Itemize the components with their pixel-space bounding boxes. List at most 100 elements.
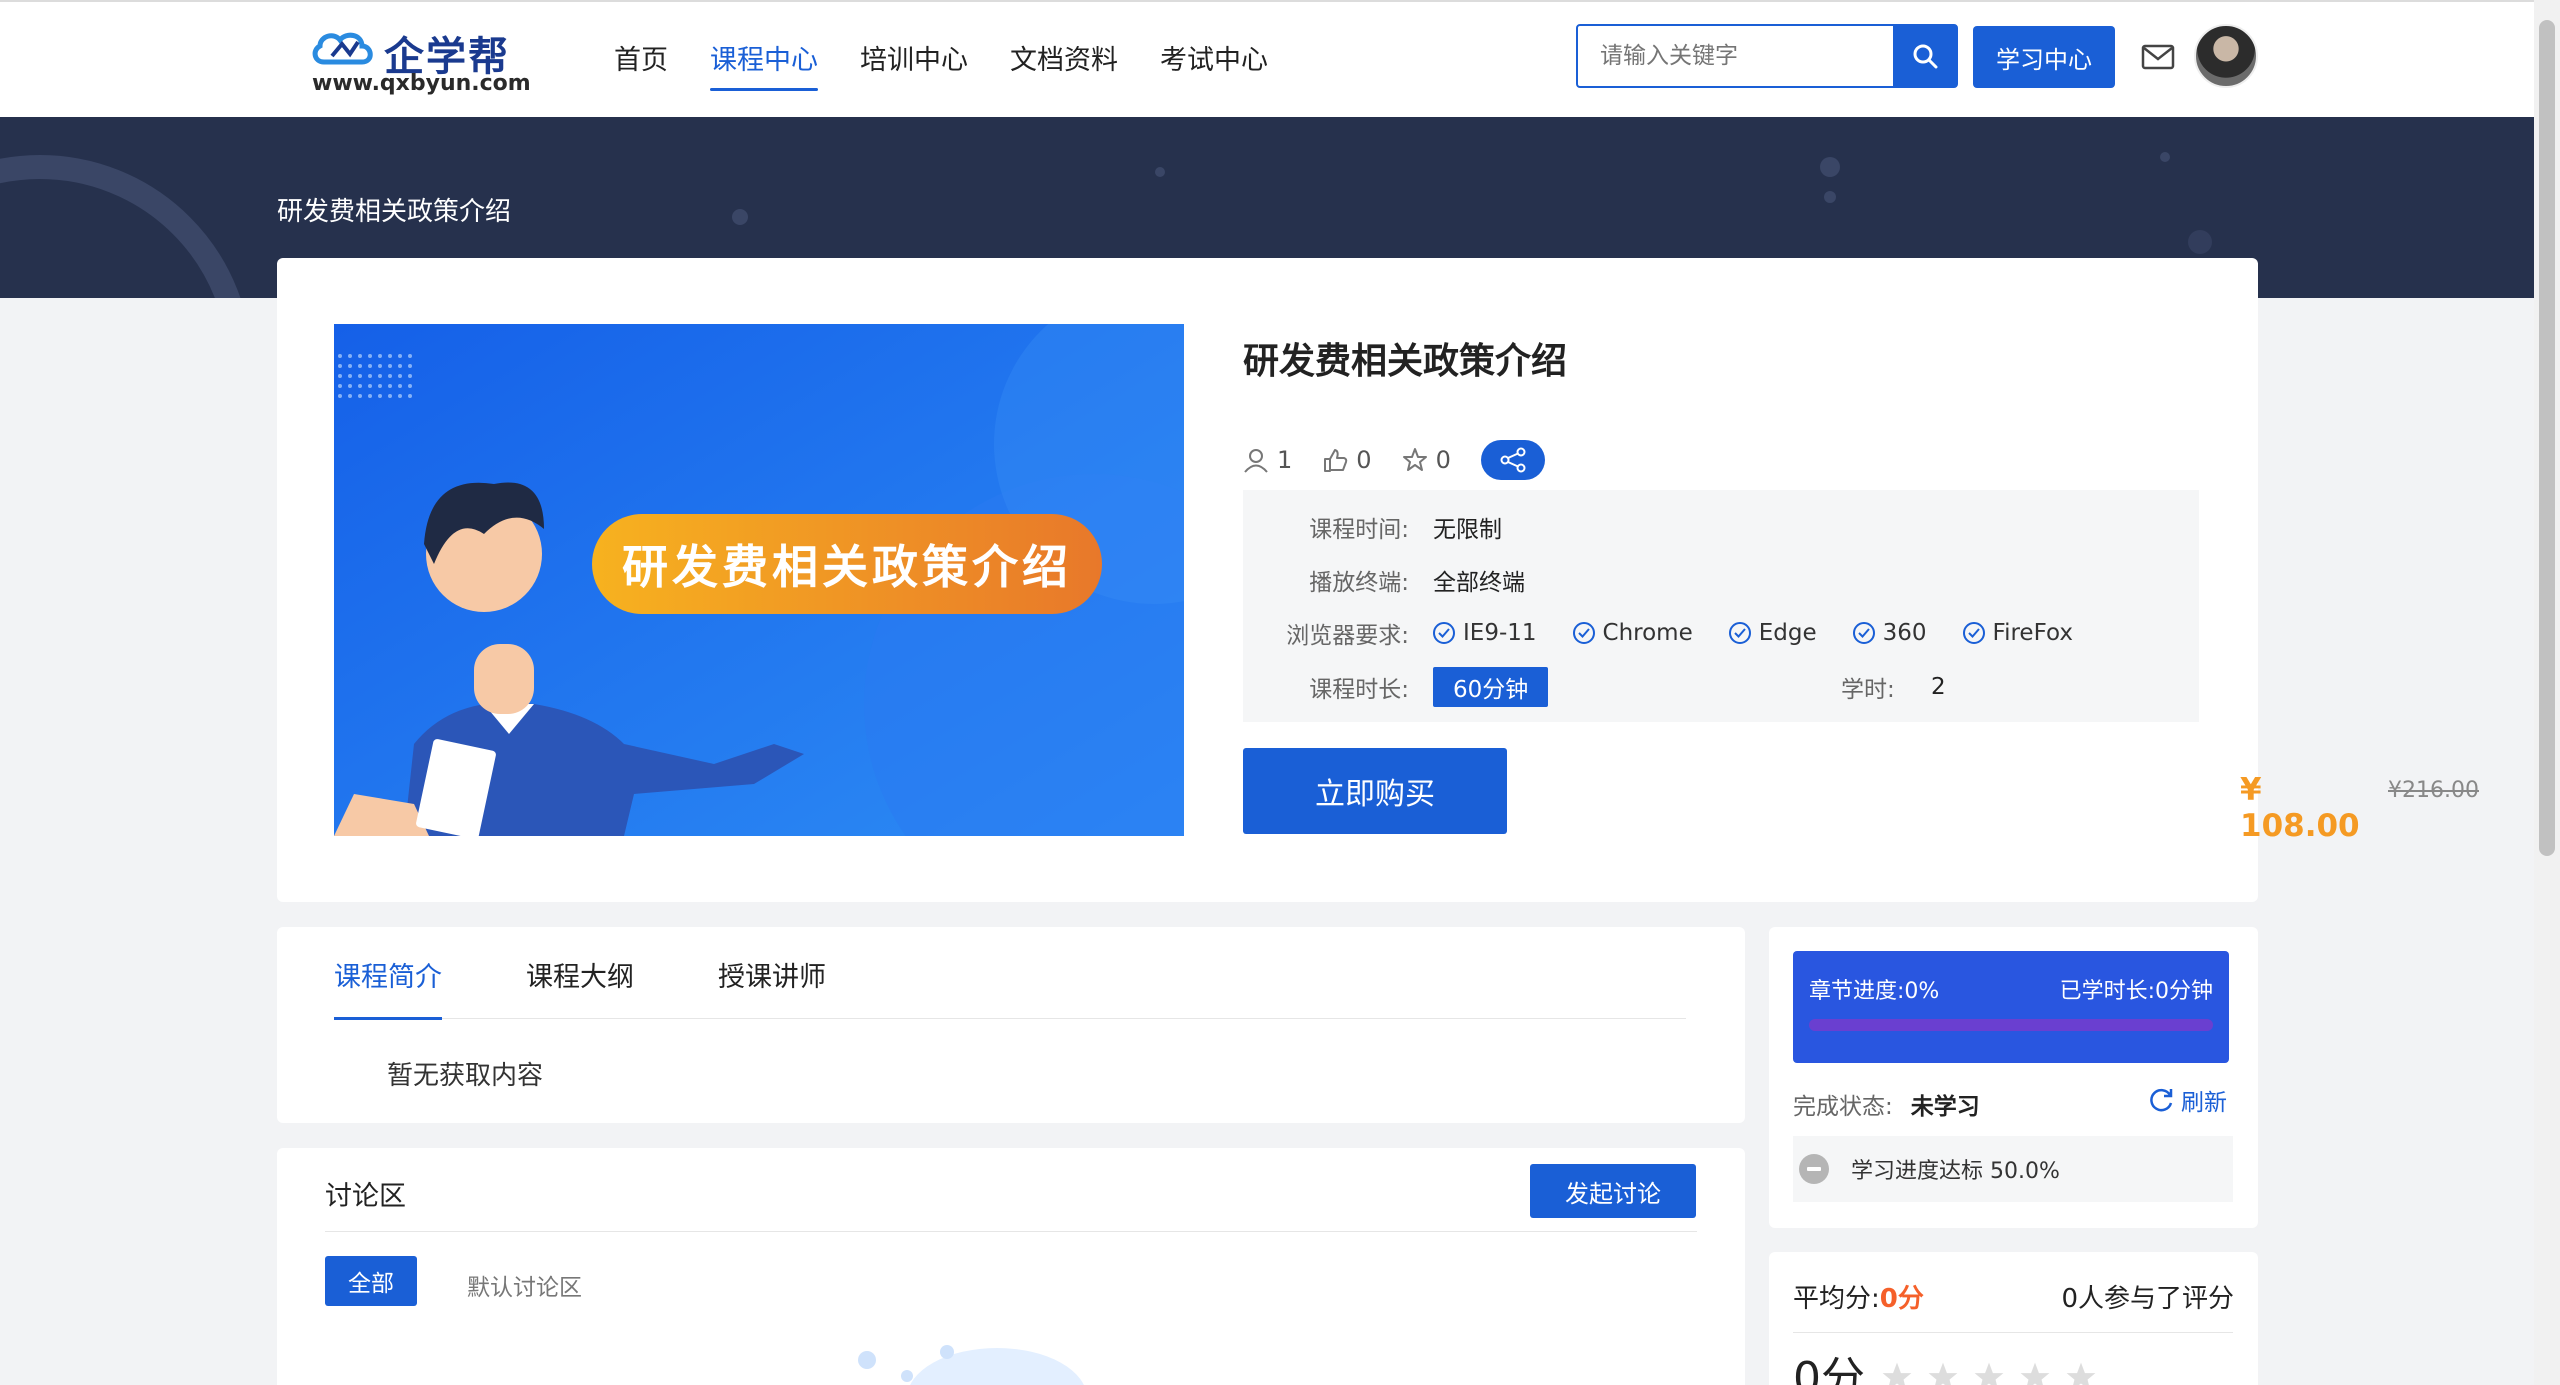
refresh-icon [2150, 1088, 2173, 1112]
star-icon[interactable] [2063, 1360, 2099, 1385]
course-tabs: 课程简介 课程大纲 授课讲师 [334, 927, 1686, 1020]
filter-all-chip[interactable]: 全部 [325, 1256, 417, 1306]
course-time-label: 课程时间: [1309, 517, 1409, 543]
refresh-button[interactable]: 刷新 [2149, 1083, 2227, 1117]
browser-edge-label: Edge [1758, 620, 1817, 646]
check-circle-icon [1572, 622, 1595, 644]
banner-title: 研发费相关政策介绍 [277, 197, 512, 227]
discussion-title: 讨论区 [325, 1181, 406, 1212]
duration-badge: 60分钟 [1433, 667, 1549, 707]
terminal-value: 全部终端 [1433, 570, 1525, 596]
browser-chrome-label: Chrome [1602, 620, 1693, 646]
share-button[interactable] [1480, 440, 1545, 480]
completion-status-value: 未学习 [1910, 1094, 1980, 1120]
info-row-terminal: 播放终端: 全部终端 [1243, 563, 1525, 597]
search-box [1576, 24, 1958, 88]
browser-edge: Edge [1728, 620, 1817, 646]
favorite-count-value: 0 [1435, 446, 1451, 474]
discussion-divider [325, 1231, 1697, 1232]
current-price: ¥ 108.00 [2240, 772, 2360, 844]
course-cover-image[interactable]: 研发费相关政策介绍 [334, 324, 1184, 836]
buy-now-button[interactable]: 立即购买 [1243, 748, 1507, 834]
search-icon [1913, 44, 1937, 69]
info-row-duration: 课程时长: 60分钟 学时: 2 [1243, 667, 2199, 707]
nav-documents[interactable]: 文档资料 [1010, 38, 1118, 91]
nav-exam-center[interactable]: 考试中心 [1160, 38, 1268, 91]
course-time-value: 无限制 [1433, 517, 1502, 543]
tab-intro[interactable]: 课程简介 [334, 927, 442, 1020]
check-circle-icon [1728, 622, 1751, 644]
hours-value: 2 [1931, 674, 1946, 700]
requirement-text: 学习进度达标 50.0% [1851, 1159, 2060, 1184]
check-circle-icon [1852, 622, 1875, 644]
chapter-progress: 章节进度:0% [1809, 979, 1940, 1004]
check-circle-icon [1962, 622, 1985, 644]
tab-outline[interactable]: 课程大纲 [526, 927, 634, 1019]
big-score: 0分 [1793, 1353, 1865, 1385]
course-title: 研发费相关政策介绍 [1243, 341, 1568, 382]
browser-ie: IE9-11 [1433, 620, 1537, 646]
info-row-browser: 浏览器要求: IE9-11 Chrome Edge 360 FireFox [1243, 616, 2109, 650]
filter-default-chip[interactable]: 默认讨论区 [467, 1268, 582, 1302]
cloud-logo-icon [312, 32, 373, 65]
browser-360: 360 [1852, 620, 1927, 646]
hours-label: 学时: [1841, 677, 1895, 703]
rating-divider [1793, 1332, 2233, 1333]
user-icon [1244, 449, 1268, 473]
mail-icon[interactable] [2141, 44, 2175, 70]
rating-stars[interactable] [1879, 1360, 2099, 1385]
browser-label: 浏览器要求: [1286, 623, 1409, 649]
star-icon[interactable] [1925, 1360, 1961, 1385]
learner-count-value: 1 [1277, 446, 1293, 474]
check-circle-icon [1433, 622, 1455, 644]
terminal-label: 播放终端: [1309, 570, 1409, 596]
site-logo[interactable]: 企学帮 www.qxbyun.com [310, 24, 531, 99]
like-count[interactable]: 0 [1322, 446, 1372, 474]
logo-url: www.qxbyun.com [312, 71, 531, 96]
page-scrollbar[interactable] [2534, 0, 2560, 1385]
course-card: 研发费相关政策介绍 研发费相关政策介绍 1 0 0 课程时间: 无限制 播放终端… [277, 258, 2479, 902]
refresh-label: 刷新 [2181, 1090, 2227, 1116]
like-count-value: 0 [1356, 446, 1372, 474]
user-avatar[interactable] [2194, 24, 2258, 88]
share-icon [1500, 447, 1526, 473]
info-row-time: 课程时间: 无限制 [1243, 510, 1502, 544]
average-score-label: 平均分: [1793, 1284, 1880, 1314]
browser-chrome: Chrome [1572, 620, 1693, 646]
intro-empty-text: 暂无获取内容 [387, 1061, 544, 1091]
rating-card: 平均分:0分 0人参与了评分 0分 [1769, 1252, 2258, 1385]
star-icon[interactable] [1879, 1360, 1915, 1385]
original-price: ¥216.00 [2388, 778, 2479, 803]
browser-360-label: 360 [1882, 620, 1927, 646]
study-center-button[interactable]: 学习中心 [1973, 26, 2115, 88]
tab-instructor[interactable]: 授课讲师 [718, 927, 826, 1019]
star-icon[interactable] [1971, 1360, 2007, 1385]
nav-course-center[interactable]: 课程中心 [710, 38, 818, 91]
course-stats: 1 0 0 [1243, 440, 1545, 480]
progress-card: 章节进度:0% 已学时长:0分钟 完成状态: 未学习 刷新 学习进度达标 50.0… [1769, 927, 2258, 1228]
rating-participants: 0人参与了评分 [2061, 1284, 2234, 1314]
browser-ie-label: IE9-11 [1463, 620, 1537, 646]
browser-firefox: FireFox [1962, 620, 2073, 646]
favorite-count[interactable]: 0 [1402, 446, 1451, 474]
average-score-value: 0分 [1879, 1284, 1924, 1314]
nav-home[interactable]: 首页 [614, 38, 668, 91]
browser-firefox-label: FireFox [1992, 620, 2073, 646]
star-icon[interactable] [2017, 1360, 2053, 1385]
thumbs-up-icon [1324, 449, 1348, 472]
search-button[interactable] [1893, 26, 1956, 86]
completion-status: 完成状态: 未学习 [1793, 1087, 1980, 1121]
completion-status-label: 完成状态: [1793, 1094, 1893, 1120]
course-info-box: 课程时间: 无限制 播放终端: 全部终端 浏览器要求: IE9-11 Chrom… [1243, 490, 2199, 722]
learner-count: 1 [1243, 446, 1292, 474]
nav-training-center[interactable]: 培训中心 [860, 38, 968, 91]
learned-duration: 已学时长:0分钟 [2059, 979, 2213, 1004]
search-input[interactable] [1578, 26, 1893, 86]
site-header: 企学帮 www.qxbyun.com 首页 课程中心 培训中心 文档资料 考试中… [0, 2, 2534, 117]
course-intro-card: 课程简介 课程大纲 授课讲师 暂无获取内容 [277, 927, 1745, 1123]
start-discussion-button[interactable]: 发起讨论 [1530, 1164, 1696, 1218]
empty-state-illustration [858, 1345, 1084, 1385]
progress-bar [1809, 1019, 2213, 1031]
scrollbar-thumb[interactable] [2539, 20, 2555, 856]
cover-title: 研发费相关政策介绍 [622, 540, 1072, 594]
